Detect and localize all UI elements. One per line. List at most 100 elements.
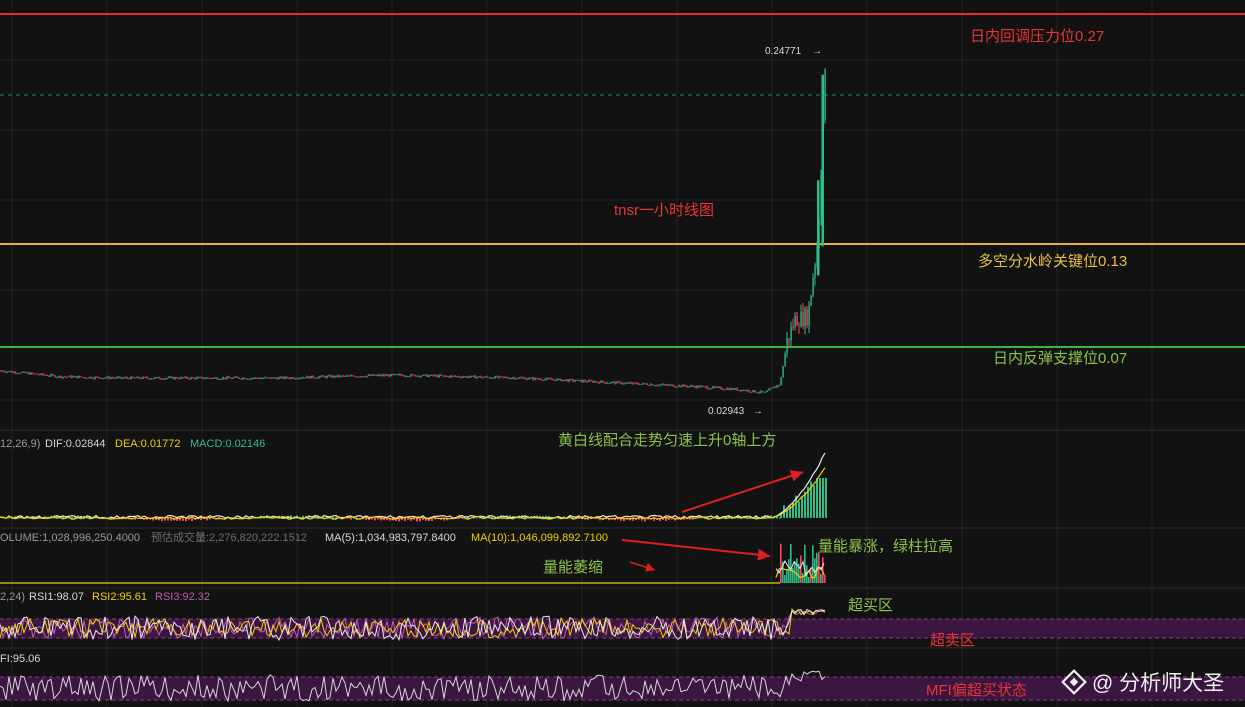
- candle-body: [322, 375, 324, 377]
- candle-body: [588, 380, 590, 382]
- candle-body: [258, 378, 260, 380]
- candle-body: [286, 376, 288, 378]
- candle-body: [240, 378, 242, 380]
- candle-body: [324, 376, 326, 378]
- candle-body: [442, 375, 444, 377]
- candle-body: [352, 375, 354, 377]
- candle-body: [746, 390, 748, 392]
- candle-body: [817, 180, 820, 276]
- candle-body: [8, 371, 10, 373]
- volume-bar: [820, 574, 822, 583]
- candle-body: [282, 376, 284, 379]
- candle-body: [376, 375, 378, 377]
- candle-body: [224, 377, 226, 379]
- candle-body: [164, 378, 166, 380]
- candle-body: [520, 377, 522, 379]
- candle-body: [50, 374, 52, 376]
- candle-body: [536, 377, 538, 379]
- volume-surge-note: 量能暴涨，绿柱拉高: [818, 538, 953, 555]
- candle-body: [748, 390, 750, 392]
- candle-body: [406, 376, 408, 378]
- candle-body: [708, 388, 710, 390]
- candle-body: [434, 375, 436, 377]
- chart-title: tnsr一小时线图: [614, 202, 714, 219]
- candle-body: [56, 376, 58, 378]
- candle-body: [732, 388, 734, 390]
- candle-body: [534, 377, 536, 380]
- candle-body: [242, 377, 244, 380]
- candle-body: [58, 375, 60, 377]
- candle-body: [14, 371, 16, 374]
- candle-body: [52, 374, 54, 376]
- candle-body: [740, 389, 742, 391]
- candle-body: [392, 374, 394, 376]
- candle-body: [34, 373, 36, 375]
- candle-body: [130, 376, 132, 380]
- candle-body: [128, 378, 130, 380]
- candle-body: [420, 375, 422, 377]
- candle-body: [168, 377, 170, 379]
- candle-body: [648, 384, 650, 386]
- candle-body: [542, 379, 544, 381]
- candle-body: [272, 377, 274, 379]
- candle-body: [444, 375, 446, 377]
- candle-body: [4, 371, 6, 373]
- candle-body: [136, 376, 138, 378]
- candle-body: [42, 373, 44, 375]
- candle-body: [814, 264, 816, 278]
- candle-body: [302, 377, 304, 379]
- candle-body: [482, 377, 484, 379]
- candle-body: [598, 382, 600, 384]
- candle-body: [544, 379, 546, 381]
- candle-body: [612, 381, 614, 383]
- candle-body: [768, 389, 770, 391]
- resistance-label: 日内回调压力位0.27: [970, 28, 1104, 45]
- candle-body: [626, 382, 628, 384]
- candle-body: [194, 377, 196, 379]
- candle-body: [484, 376, 486, 378]
- candle-body: [448, 376, 450, 378]
- candle-body: [288, 377, 290, 379]
- candle-body: [190, 377, 192, 379]
- candle-body: [124, 377, 126, 379]
- candle-body: [722, 389, 724, 391]
- candle-body: [642, 383, 644, 385]
- candle-body: [274, 377, 276, 379]
- candle-body: [418, 375, 420, 377]
- rsi2-value: RSI2:95.61: [92, 591, 147, 603]
- rsi-params: 2,24): [0, 591, 25, 603]
- candle-body: [584, 380, 586, 382]
- candle-body: [328, 375, 330, 377]
- candle-body: [512, 377, 514, 379]
- volume-bar: [804, 544, 806, 583]
- candle-body: [306, 376, 308, 379]
- candle-body: [576, 379, 578, 381]
- candle-body: [530, 377, 532, 379]
- candle-body: [70, 375, 72, 378]
- candle-body: [608, 382, 610, 384]
- candle-body: [821, 74, 824, 247]
- candle-body: [104, 377, 106, 379]
- candle-body: [48, 375, 50, 377]
- candle-body: [246, 378, 248, 380]
- candle-body: [300, 377, 302, 379]
- candle-body: [404, 376, 406, 378]
- candle-body: [120, 376, 122, 379]
- candle-body: [278, 377, 280, 380]
- candle-body: [646, 383, 648, 385]
- volume-bar: [780, 543, 782, 583]
- volume-shrink-note: 量能萎缩: [543, 559, 603, 576]
- oversold-label: 超卖区: [930, 632, 975, 649]
- candle-body: [668, 384, 670, 386]
- macd-dif: DIF:0.02844: [45, 438, 106, 450]
- candle-body: [516, 378, 518, 380]
- candle-body: [762, 391, 764, 393]
- candle-body: [78, 376, 80, 378]
- candle-body: [440, 375, 442, 377]
- candle-body: [622, 383, 624, 385]
- candle-body: [624, 382, 626, 384]
- candle-body: [386, 374, 388, 376]
- volume-bar: [786, 568, 788, 583]
- candle-body: [266, 377, 268, 379]
- candle-body: [72, 376, 74, 378]
